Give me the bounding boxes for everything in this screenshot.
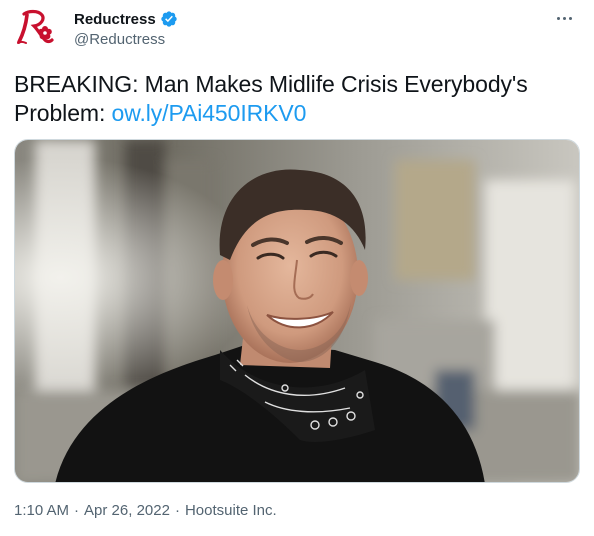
- tweet: Reductress @Reductress BREAKING: Man Mak…: [0, 0, 594, 536]
- tweet-time[interactable]: 1:10 AM: [14, 502, 69, 519]
- author-names: Reductress @Reductress: [74, 9, 178, 48]
- meta-separator: ·: [174, 502, 180, 519]
- tweet-source[interactable]: Hootsuite Inc.: [185, 502, 277, 519]
- verified-badge-icon: [161, 11, 177, 27]
- more-dot: [562, 16, 566, 20]
- photo-image: [15, 140, 579, 482]
- tweet-link[interactable]: ow.ly/PAi450IRKV0: [112, 100, 307, 126]
- more-dot: [568, 16, 572, 20]
- tweet-photo[interactable]: [14, 139, 580, 483]
- tweet-meta: 1:10 AM · Apr 26, 2022 · Hootsuite Inc.: [14, 502, 277, 519]
- handle[interactable]: @Reductress: [74, 31, 178, 48]
- reductress-logo[interactable]: [14, 6, 58, 50]
- display-name[interactable]: Reductress: [74, 11, 156, 28]
- more-dot: [556, 16, 560, 20]
- meta-separator: ·: [74, 502, 80, 519]
- more-options-icon[interactable]: [552, 8, 576, 28]
- tweet-header: Reductress @Reductress: [14, 6, 580, 50]
- tweet-date[interactable]: Apr 26, 2022: [84, 502, 170, 519]
- display-name-row: Reductress: [74, 9, 178, 29]
- tweet-text: BREAKING: Man Makes Midlife Crisis Every…: [14, 70, 580, 128]
